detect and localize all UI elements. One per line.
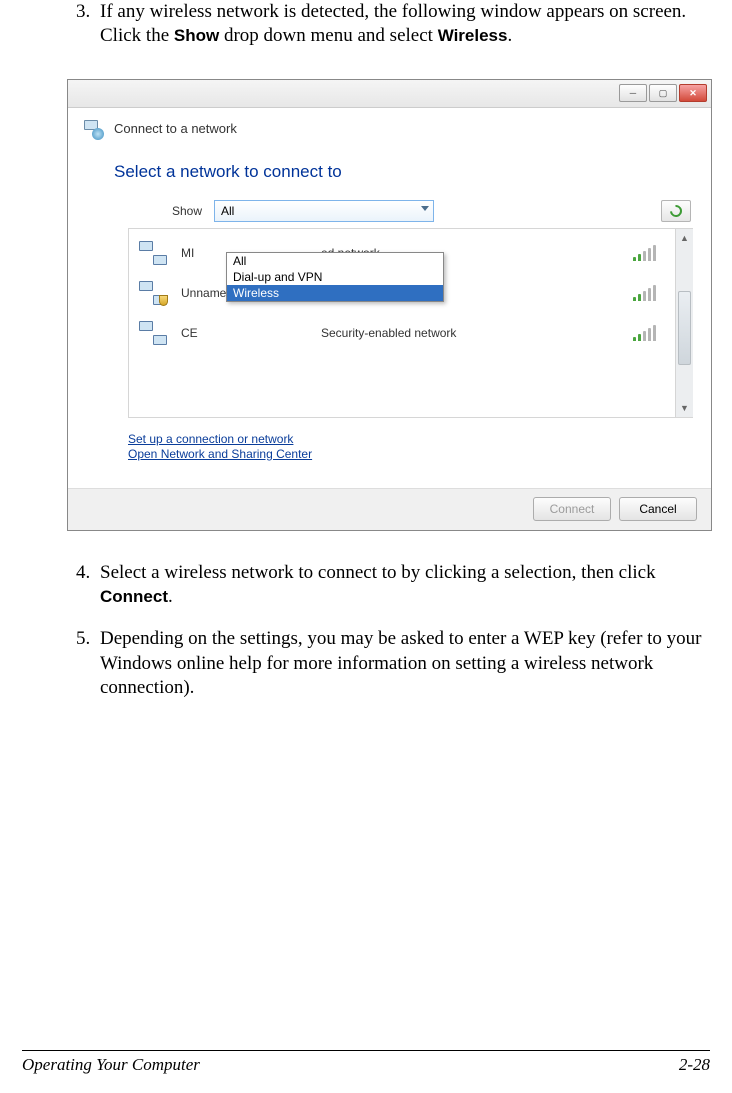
network-item-icon	[139, 321, 167, 345]
network-icon	[82, 118, 104, 140]
network-status: Security-enabled network	[321, 326, 633, 340]
signal-icon	[633, 285, 661, 301]
show-label: Show	[68, 204, 214, 218]
dropdown-option-dialup-vpn[interactable]: Dial-up and VPN	[227, 269, 443, 285]
show-dropdown[interactable]: All	[214, 200, 434, 222]
dialog-title: Connect to a network	[114, 121, 237, 136]
dialog-instruction: Select a network to connect to	[68, 144, 711, 200]
dropdown-option-wireless[interactable]: Wireless	[227, 285, 443, 301]
network-name: CE	[181, 326, 321, 340]
step-4: 4.Select a wireless network to connect t…	[22, 561, 710, 610]
scroll-down-icon[interactable]: ▼	[676, 399, 693, 417]
close-icon: ✕	[689, 88, 697, 99]
network-item-icon	[139, 241, 167, 265]
step-4-num: 4.	[76, 561, 100, 585]
footer-page-number: 2-28	[679, 1055, 710, 1075]
signal-icon	[633, 245, 661, 261]
page-footer: Operating Your Computer 2-28	[22, 1050, 710, 1075]
chevron-down-icon	[421, 206, 429, 211]
network-item[interactable]: CE Security-enabled network	[129, 313, 675, 353]
titlebar: ─ ▢ ✕	[68, 80, 711, 108]
refresh-icon	[668, 202, 685, 219]
wireless-bold: Wireless	[438, 26, 508, 45]
network-item-icon	[139, 281, 167, 305]
maximize-button[interactable]: ▢	[649, 84, 677, 102]
show-bold: Show	[174, 26, 219, 45]
link-setup-connection[interactable]: Set up a connection or network	[128, 432, 711, 446]
connect-bold: Connect	[100, 587, 168, 606]
show-dropdown-value: All	[221, 204, 234, 218]
close-button[interactable]: ✕	[679, 84, 707, 102]
minimize-icon: ─	[630, 88, 636, 98]
scroll-thumb[interactable]	[678, 291, 691, 365]
step-3-num: 3.	[76, 0, 100, 24]
dialog-header: Connect to a network	[68, 108, 711, 144]
step-5: 5.Depending on the settings, you may be …	[22, 627, 710, 700]
dropdown-option-all[interactable]: All	[227, 253, 443, 269]
refresh-button[interactable]	[661, 200, 691, 222]
connect-network-dialog: ─ ▢ ✕ Connect to a network Select a netw…	[67, 79, 712, 531]
connect-button[interactable]: Connect	[533, 497, 611, 521]
show-dropdown-list: All Dial-up and VPN Wireless	[226, 252, 444, 302]
cancel-button[interactable]: Cancel	[619, 497, 697, 521]
step-3: 3.If any wireless network is detected, t…	[22, 0, 710, 49]
scrollbar[interactable]: ▲ ▼	[675, 229, 693, 417]
dialog-links: Set up a connection or network Open Netw…	[68, 426, 711, 461]
step-5-num: 5.	[76, 627, 100, 651]
minimize-button[interactable]: ─	[619, 84, 647, 102]
signal-icon	[633, 325, 661, 341]
footer-title: Operating Your Computer	[22, 1055, 200, 1075]
link-network-sharing-center[interactable]: Open Network and Sharing Center	[128, 447, 711, 461]
dialog-button-bar: Connect Cancel	[68, 488, 711, 530]
scroll-up-icon[interactable]: ▲	[676, 229, 693, 247]
maximize-icon: ▢	[659, 88, 668, 99]
